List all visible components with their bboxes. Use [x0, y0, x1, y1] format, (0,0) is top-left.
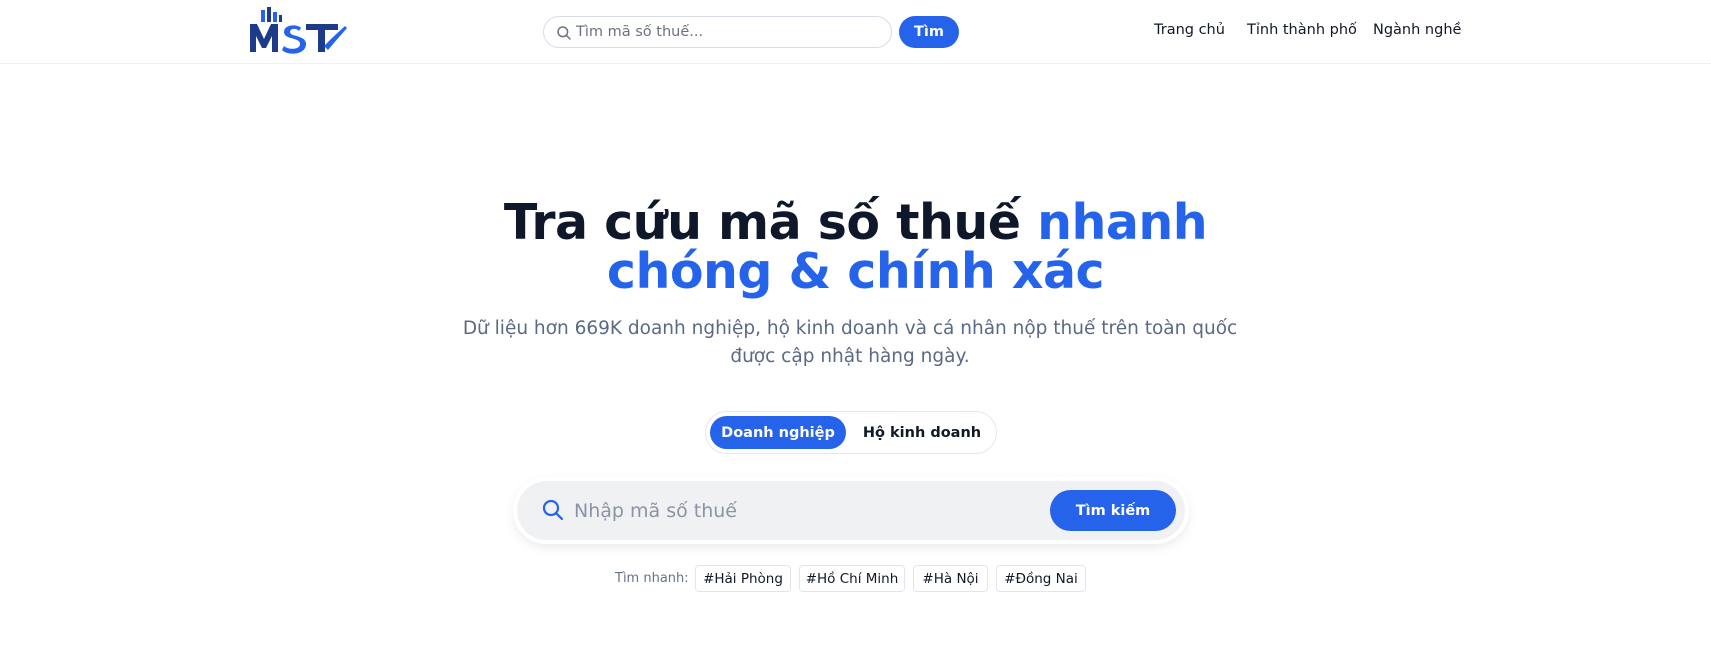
- search-icon: [541, 498, 565, 522]
- hero-subtitle: Dữ liệu hơn 669K doanh nghiệp, hộ kinh d…: [462, 318, 1238, 367]
- search-icon: [556, 25, 572, 41]
- nav-link-provinces[interactable]: Tỉnh thành phố: [1247, 22, 1357, 38]
- toggle-business[interactable]: Doanh nghiệp: [710, 416, 846, 449]
- quick-tag-hai-phong[interactable]: #Hải Phòng: [695, 565, 791, 592]
- mst-logo[interactable]: [248, 6, 348, 56]
- header-search-input[interactable]: [576, 17, 876, 47]
- quick-tag-ho-chi-minh[interactable]: #Hồ Chí Minh: [799, 565, 905, 592]
- tax-code-input[interactable]: [574, 481, 1044, 540]
- main-search-box: Tìm kiếm: [517, 481, 1185, 540]
- quick-tag-ha-noi[interactable]: #Hà Nội: [913, 565, 988, 592]
- entity-type-toggle: Doanh nghiệp Hộ kinh doanh: [705, 411, 997, 454]
- toggle-household-business[interactable]: Hộ kinh doanh: [854, 416, 990, 449]
- hero-title: Tra cứu mã số thuế nhanh chóng & chính x…: [0, 198, 1711, 296]
- site-header: Tìm Trang chủ Tỉnh thành phố Ngành nghề: [0, 0, 1711, 64]
- quick-tag-dong-nai[interactable]: #Đồng Nai: [996, 565, 1086, 592]
- header-search-box: [543, 16, 892, 48]
- nav-link-home[interactable]: Trang chủ: [1154, 22, 1225, 38]
- hero-title-highlight-2: chóng & chính xác: [606, 243, 1105, 300]
- quick-search-label: Tìm nhanh:: [615, 571, 689, 586]
- header-search-button[interactable]: Tìm: [899, 16, 959, 48]
- nav-link-industries[interactable]: Ngành nghề: [1373, 22, 1461, 38]
- search-submit-button[interactable]: Tìm kiếm: [1050, 490, 1176, 531]
